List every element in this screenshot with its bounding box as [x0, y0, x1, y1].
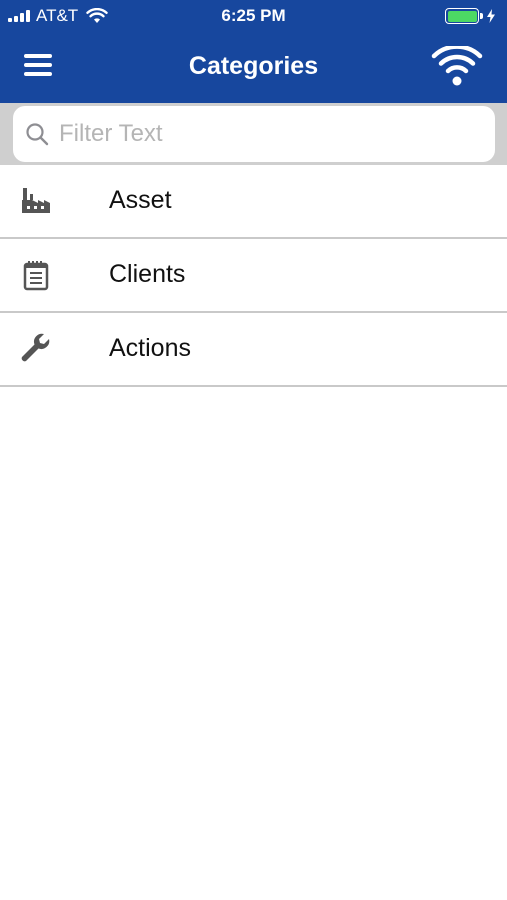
categories-list: Asset Clients Actions	[0, 165, 507, 387]
notepad-icon	[23, 261, 49, 291]
factory-icon	[22, 188, 50, 213]
search-box[interactable]	[13, 106, 495, 162]
status-bar: AT&T 6:25 PM	[0, 0, 507, 34]
wifi-icon[interactable]	[431, 46, 483, 88]
search-bar-container	[0, 103, 507, 165]
navigation-bar: Categories	[0, 34, 507, 103]
category-label: Actions	[109, 334, 191, 362]
battery-icon	[445, 8, 495, 24]
status-time: 6:25 PM	[221, 6, 286, 25]
category-row-clients[interactable]: Clients	[0, 239, 507, 313]
category-row-asset[interactable]: Asset	[0, 165, 507, 239]
category-label: Asset	[109, 186, 172, 214]
search-icon	[26, 123, 49, 146]
filter-text-input[interactable]	[59, 120, 479, 148]
category-row-actions[interactable]: Actions	[0, 313, 507, 387]
top-bar: AT&T 6:25 PM Categories	[0, 0, 507, 103]
wrench-icon	[21, 333, 50, 362]
category-label: Clients	[109, 260, 186, 288]
charging-bolt-icon	[487, 9, 495, 23]
